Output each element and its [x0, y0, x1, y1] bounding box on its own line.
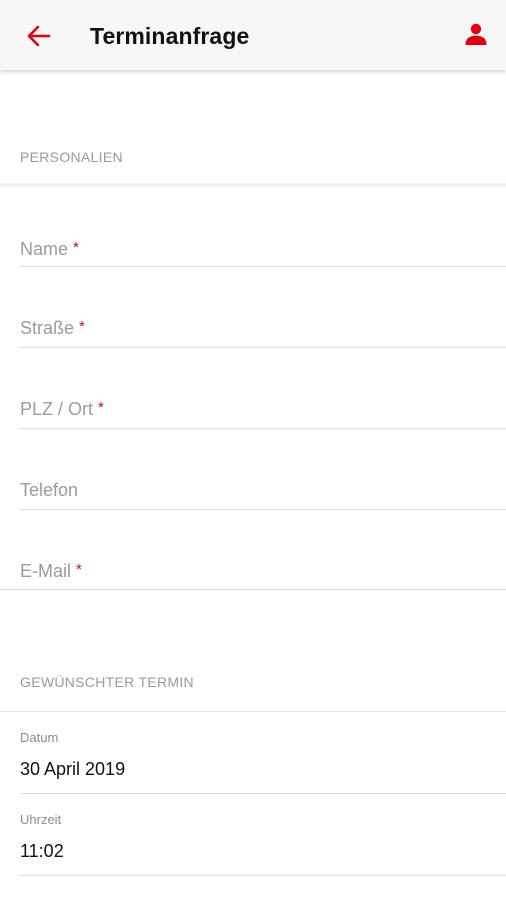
- time-picker[interactable]: Uhrzeit 11:02: [20, 812, 506, 876]
- zip-city-placeholder: PLZ / Ort: [20, 399, 94, 419]
- street-field[interactable]: Straße *: [20, 318, 506, 348]
- person-icon: [465, 23, 487, 45]
- section-header-personalien: PERSONALIEN: [20, 149, 123, 165]
- required-marker: *: [79, 318, 85, 335]
- app-bar: Terminanfrage: [0, 0, 506, 70]
- time-label: Uhrzeit: [20, 812, 62, 827]
- page-title: Terminanfrage: [90, 23, 250, 49]
- field-underline: [20, 509, 506, 510]
- field-underline: [20, 428, 506, 429]
- date-value: 30 April 2019: [20, 759, 126, 779]
- section-divider: [0, 589, 506, 590]
- email-field[interactable]: E-Mail *: [20, 561, 506, 582]
- field-underline: [20, 347, 506, 348]
- phone-field[interactable]: Telefon: [20, 480, 506, 510]
- section-divider: [0, 183, 506, 187]
- required-marker: *: [76, 561, 82, 578]
- zip-city-field[interactable]: PLZ / Ort *: [20, 399, 506, 429]
- arrow-left-icon: [27, 25, 51, 47]
- section-divider: [0, 711, 506, 712]
- required-marker: *: [73, 239, 79, 256]
- date-picker[interactable]: Datum 30 April 2019: [20, 730, 506, 794]
- section-header-termin: GEWÜNSCHTER TERMIN: [20, 674, 194, 690]
- name-placeholder: Name: [20, 239, 69, 259]
- back-button[interactable]: [22, 20, 56, 52]
- date-label: Datum: [20, 730, 59, 745]
- email-placeholder: E-Mail: [20, 561, 72, 581]
- phone-placeholder: Telefon: [20, 480, 79, 500]
- field-underline: [20, 875, 506, 876]
- street-placeholder: Straße: [20, 318, 75, 338]
- field-underline: [20, 266, 506, 267]
- field-underline: [20, 793, 506, 794]
- profile-button[interactable]: [460, 18, 492, 50]
- required-marker: *: [98, 399, 104, 416]
- name-field[interactable]: Name *: [20, 239, 506, 267]
- time-value: 11:02: [20, 841, 64, 861]
